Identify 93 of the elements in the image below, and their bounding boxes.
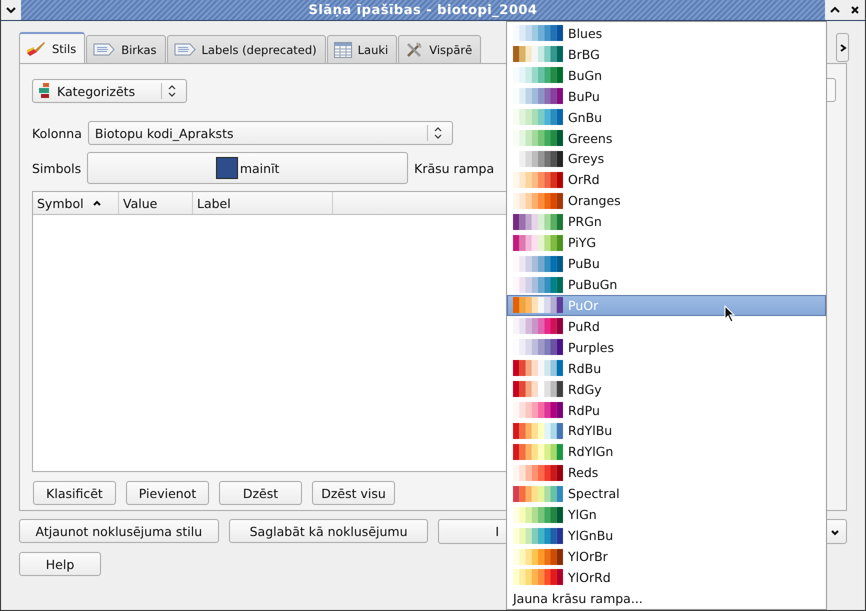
categories-icon [39,83,51,99]
menu-item[interactable]: RdYlBu [507,420,826,442]
color-ramp-icon [513,256,563,272]
menu-item[interactable]: YlOrBr [507,546,826,567]
tab[interactable]: Lauki [326,35,398,63]
close-button[interactable] [845,0,865,20]
symbol-swatch [216,157,238,179]
chevron-right-icon [838,42,848,52]
menu-item[interactable]: Greens [507,128,826,149]
change-symbol-button[interactable]: mainīt [87,152,408,184]
menu-item[interactable]: RdYlGn [507,441,826,462]
menu-item[interactable]: Oranges [507,190,826,212]
color-ramp-icon [513,444,563,460]
action-button[interactable]: Klasificēt [33,481,116,505]
color-ramp-icon [513,88,563,104]
menu-item[interactable]: Spectral [507,483,826,504]
color-ramp-icon [513,381,563,398]
menu-item[interactable]: PuBuGn [507,274,826,295]
column-dropdown[interactable]: Biotopu kodi_Apraksts [88,121,453,145]
close-icon [850,5,860,15]
menu-item[interactable]: Jauna krāsu rampa... [507,588,826,609]
color-ramp-icon [513,402,563,418]
color-ramp-icon [513,192,563,209]
menu-item[interactable]: PiYG [507,232,826,254]
color-ramp-icon [513,318,563,334]
color-ramp-icon [513,486,563,502]
menu-item[interactable]: PRGn [507,211,826,232]
tab[interactable]: Birkas [86,35,166,63]
color-ramp-icon [513,360,563,376]
restore-default-style-button[interactable]: Atjaunot noklusējuma stilu [19,519,219,543]
label-icon [174,43,196,56]
up-down-arrows-icon [168,85,176,97]
menu-item[interactable]: OrRd [507,169,826,190]
tab[interactable]: Labels (deprecated) [166,35,326,63]
color-ramp-label: Krāsu rampa [414,160,494,176]
tab-scroll-button[interactable] [836,33,849,62]
action-button[interactable]: Dzēst [219,481,302,505]
maximize-button[interactable] [825,0,845,20]
menu-item[interactable]: GnBu [507,106,826,128]
column-label: Kolonna [32,126,82,140]
tools-icon [405,40,424,58]
menu-item[interactable]: RdPu [507,400,826,421]
color-ramp-icon [513,297,563,314]
color-ramp-icon [513,130,563,146]
menu-item[interactable]: RdGy [507,378,826,400]
menu-item[interactable]: BrBG [507,44,826,65]
mouse-pointer-icon [724,305,736,323]
window-title: Slāņa īpašības - biotopi_2004 [308,2,538,18]
chevron-up-icon [830,5,840,15]
renderer-dropdown[interactable]: Kategorizēts [32,79,187,103]
color-ramp-icon [513,276,563,293]
color-ramp-icon [513,548,563,564]
color-ramp-icon [513,25,563,42]
column-header[interactable]: Value [119,192,193,214]
color-ramp-icon [513,172,563,188]
sort-ascending-icon [92,198,102,208]
menu-item[interactable]: BuPu [507,86,826,107]
menu-item[interactable]: PuBu [507,253,826,274]
color-ramp-icon [513,67,563,84]
menu-item[interactable]: RdBu [507,358,826,379]
menu-item[interactable]: PuRd [507,316,826,337]
menu-item[interactable]: Purples [507,336,826,358]
tab[interactable]: Vispārē [398,35,482,63]
menu-item[interactable]: YlOrRd [507,566,826,588]
menu-item[interactable]: YlGn [507,504,826,526]
help-button[interactable]: Help [19,552,101,576]
chevron-down-icon [6,5,16,15]
color-ramp-icon [513,464,563,481]
paintbrush-icon [26,40,46,56]
color-ramp-icon [513,46,563,62]
menu-item[interactable]: Blues [507,23,826,44]
tab[interactable]: Stils [19,32,86,63]
action-button[interactable]: Pievienot [126,481,209,505]
color-ramp-icon [513,234,563,251]
color-ramp-icon [513,506,563,523]
color-ramp-icon [513,109,563,126]
menu-item[interactable]: YlGnBu [507,525,826,546]
up-down-arrows-icon [434,127,442,139]
label-icon [93,43,116,56]
color-ramp-icon [513,528,563,544]
color-ramp-icon [513,422,563,439]
window-menu-button[interactable] [1,0,21,20]
menu-item[interactable]: BuGn [507,64,826,86]
column-header[interactable]: Label [193,192,333,214]
save-as-default-button[interactable]: Saglabāt kā noklusējumu [228,519,428,543]
table-icon [334,42,352,58]
action-button[interactable]: Dzēst visu [312,481,395,505]
symbol-label: Simbols [32,160,82,176]
color-ramp-icon [513,569,563,586]
column-header[interactable]: Symbol [33,192,119,214]
color-ramp-icon [513,214,563,230]
menu-item[interactable]: Reds [507,462,826,484]
menu-item[interactable]: Greys [507,148,826,170]
